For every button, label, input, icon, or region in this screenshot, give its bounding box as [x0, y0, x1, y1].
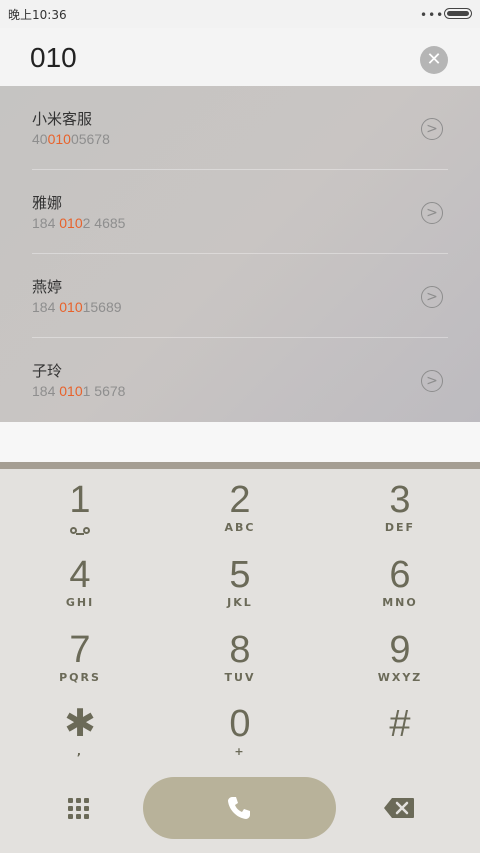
contact-name: 子玲 — [32, 362, 63, 380]
number-match: 010 — [59, 383, 83, 399]
key-2[interactable]: 2 ABC — [160, 476, 320, 550]
status-time: 晚上10:36 — [8, 8, 67, 22]
key-hash[interactable]: # — [320, 700, 480, 774]
keypad-divider — [0, 462, 480, 469]
spacer — [0, 422, 480, 462]
detail-arrow-icon[interactable]: > — [421, 370, 443, 392]
list-item[interactable]: 雅娜 184 0102 4685 > — [0, 170, 480, 254]
battery-icon — [444, 8, 472, 19]
contact-name: 小米客服 — [32, 110, 93, 128]
backspace-icon[interactable] — [383, 797, 415, 819]
dialpad-icon[interactable] — [66, 796, 92, 822]
clear-input-button[interactable]: ✕ — [420, 46, 448, 74]
contact-results-list: 小米客服 4001005678 > 雅娜 184 0102 4685 > 燕婷 … — [0, 86, 480, 422]
number-match: 010 — [59, 299, 83, 315]
contact-number: 4001005678 — [32, 131, 110, 147]
list-item[interactable]: 小米客服 4001005678 > — [0, 86, 480, 170]
key-8[interactable]: 8 TUV — [160, 626, 320, 700]
contact-number: 184 0101 5678 — [32, 383, 126, 399]
detail-arrow-icon[interactable]: > — [421, 118, 443, 140]
number-match: 010 — [47, 131, 71, 147]
call-button[interactable] — [143, 777, 336, 839]
entered-number: 010 — [30, 42, 77, 73]
phone-icon — [228, 797, 250, 819]
contact-number: 184 0102 4685 — [32, 215, 126, 231]
key-0[interactable]: 0 + — [160, 700, 320, 774]
key-6[interactable]: 6 MNO — [320, 551, 480, 625]
key-5[interactable]: 5 JKL — [160, 551, 320, 625]
list-item[interactable]: 子玲 184 0101 5678 > — [0, 338, 480, 422]
key-1[interactable]: 1 — [0, 476, 160, 550]
contact-name: 雅娜 — [32, 194, 63, 212]
contact-number: 184 01015689 — [32, 299, 122, 315]
key-9[interactable]: 9 WXYZ — [320, 626, 480, 700]
key-star[interactable]: ✱ , — [0, 700, 160, 774]
key-7[interactable]: 7 PQRS — [0, 626, 160, 700]
detail-arrow-icon[interactable]: > — [421, 202, 443, 224]
list-item[interactable]: 燕婷 184 01015689 > — [0, 254, 480, 338]
key-4[interactable]: 4 GHI — [0, 551, 160, 625]
contact-name: 燕婷 — [32, 278, 63, 296]
close-icon: ✕ — [426, 49, 442, 70]
key-3[interactable]: 3 DEF — [320, 476, 480, 550]
status-bar: 晚上10:36 ••• — [0, 0, 480, 28]
number-display: 010 — [0, 28, 480, 86]
number-match: 010 — [59, 215, 83, 231]
voicemail-icon — [68, 527, 92, 535]
more-dots-icon: ••• — [420, 8, 445, 22]
detail-arrow-icon[interactable]: > — [421, 286, 443, 308]
